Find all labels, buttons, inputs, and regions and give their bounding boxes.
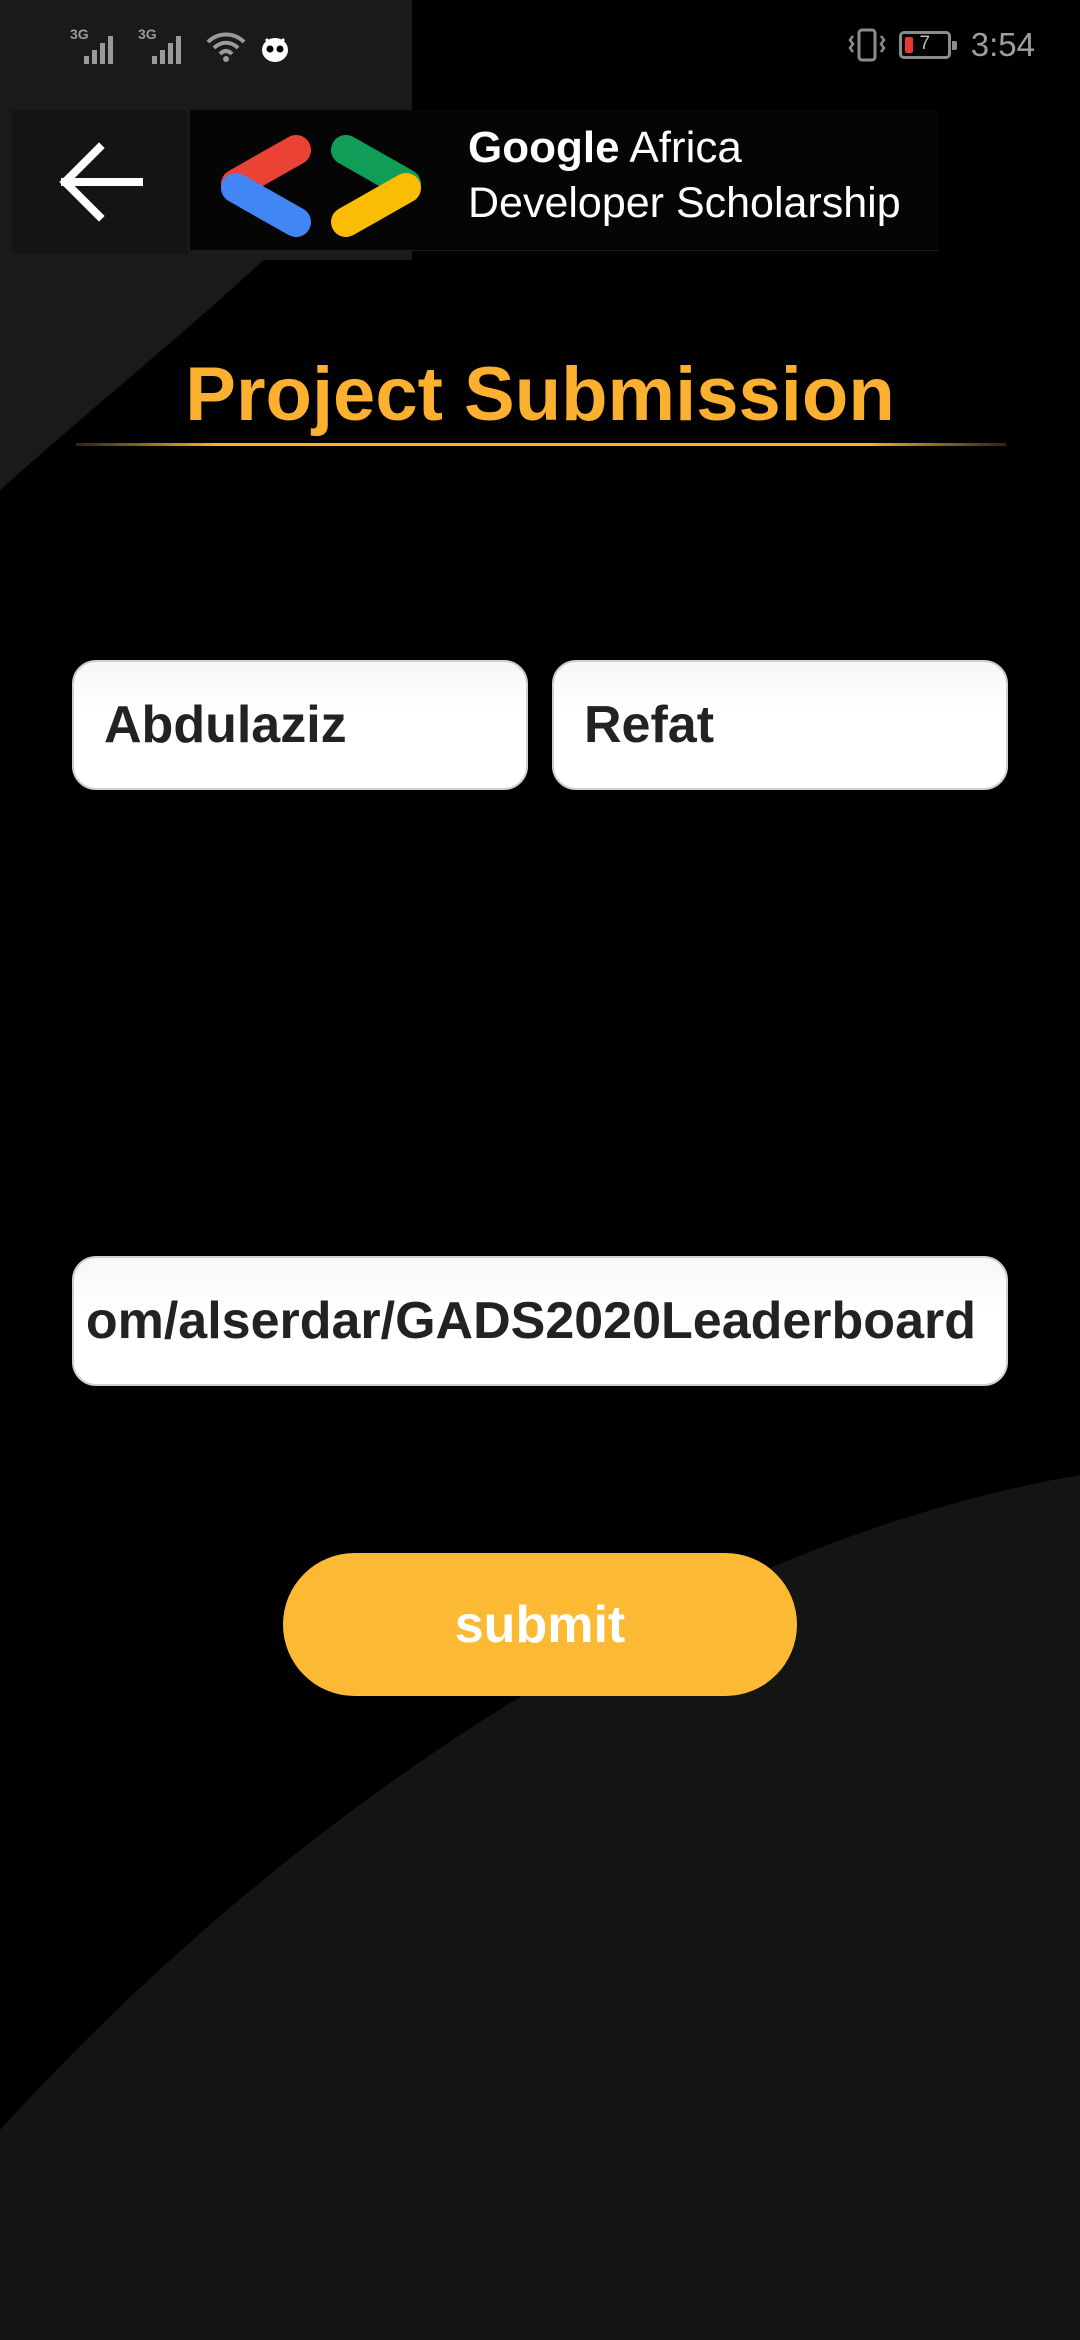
brand-header: Google Africa Developer Scholarship [190, 110, 938, 251]
cell-signal-icon: 3G [70, 26, 124, 64]
brand-name: Google Africa Developer Scholarship [468, 120, 901, 230]
vibrate-icon [848, 28, 886, 62]
brand-africa: Africa [629, 123, 742, 172]
page-title: Project Submission [185, 352, 895, 437]
project-link-input[interactable]: om/alserdar/GADS2020Leaderboard [72, 1256, 1008, 1386]
battery-icon: 7 [898, 31, 957, 59]
cell-signal-icon: 3G [138, 26, 192, 64]
status-bar: 3G 3G 7 3:54 [0, 0, 1080, 92]
notification-app-icon [262, 37, 288, 62]
clock: 3:54 [970, 26, 1035, 63]
submit-button[interactable]: submit [283, 1553, 797, 1696]
status-right-icons: 7 3:54 [847, 22, 1035, 68]
title-underline [76, 443, 1006, 446]
back-button[interactable] [12, 110, 188, 254]
last-name-value: Refat [584, 696, 715, 754]
last-name-input[interactable]: Refat [552, 660, 1008, 790]
project-link-value: om/alserdar/GADS2020Leaderboard [85, 1292, 976, 1350]
first-name-input[interactable]: Abdulaziz [72, 660, 528, 790]
brand-google: Google [468, 123, 620, 172]
battery-level: 7 [919, 33, 931, 54]
wifi-icon [206, 32, 246, 62]
google-developers-logo-icon [221, 135, 421, 237]
brand-subtitle: Developer Scholarship [468, 179, 901, 227]
arrow-left-icon [59, 142, 143, 222]
status-left-icons: 3G 3G [70, 24, 290, 64]
first-name-value: Abdulaziz [104, 696, 347, 754]
